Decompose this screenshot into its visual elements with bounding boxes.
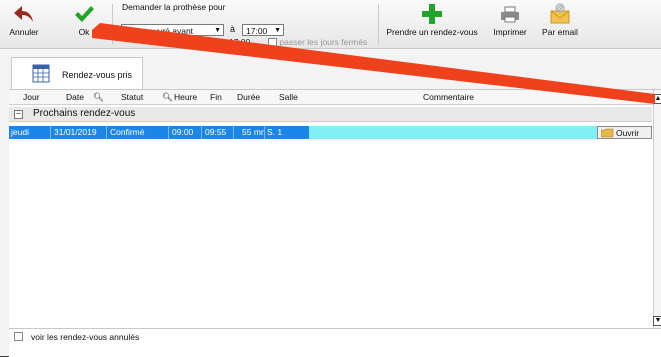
appointment-window: Annuler Ok Demander la prothèse pour 1 j… <box>0 0 661 357</box>
annotation-arrow-line <box>92 23 655 104</box>
